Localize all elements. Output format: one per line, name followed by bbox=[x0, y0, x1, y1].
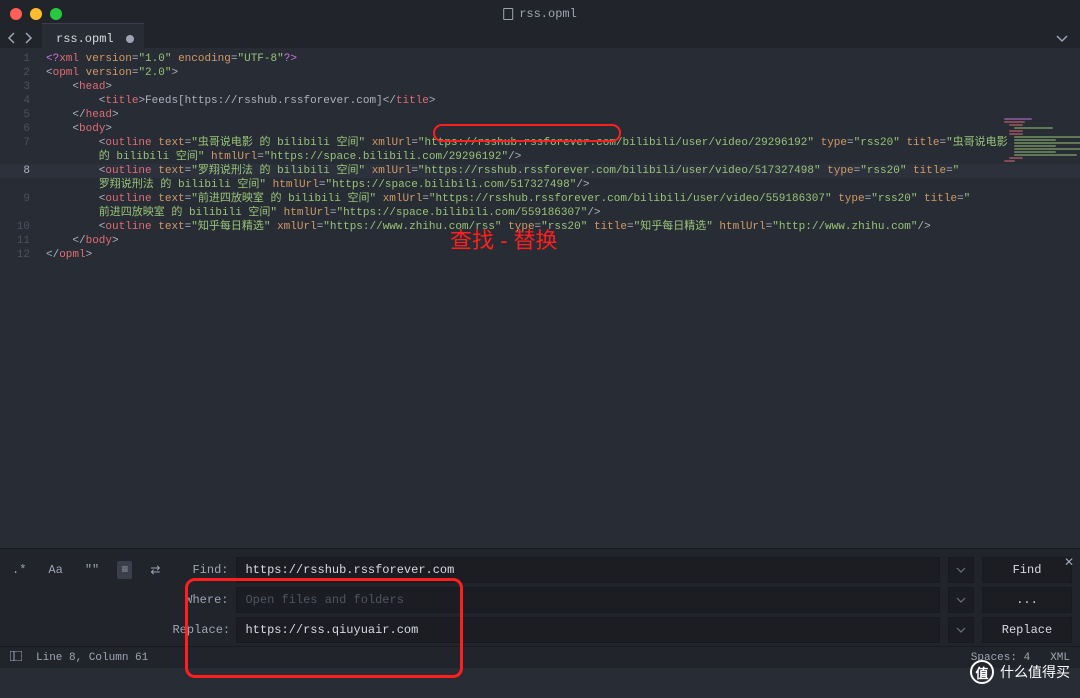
in-selection-toggle[interactable]: ⇄ bbox=[146, 561, 164, 580]
replace-input[interactable] bbox=[236, 617, 940, 643]
close-window-button[interactable] bbox=[10, 8, 22, 20]
status-bar: Line 8, Column 61 Spaces: 4 XML bbox=[0, 646, 1080, 668]
case-toggle[interactable]: Aa bbox=[44, 561, 66, 579]
wrap-toggle[interactable]: ≡ bbox=[117, 561, 132, 579]
find-button[interactable]: Find bbox=[982, 557, 1072, 583]
file-icon bbox=[503, 8, 513, 20]
status-cursor[interactable]: Line 8, Column 61 bbox=[36, 652, 148, 664]
replace-label: Replace: bbox=[172, 623, 228, 637]
window-title: rss.opml bbox=[503, 7, 577, 21]
replace-history-dropdown[interactable] bbox=[948, 617, 974, 643]
find-history-dropdown[interactable] bbox=[948, 557, 974, 583]
nav-row: rss.opml bbox=[0, 28, 1080, 48]
find-input[interactable] bbox=[236, 557, 940, 583]
panel-switcher-icon[interactable] bbox=[10, 651, 22, 665]
minimize-window-button[interactable] bbox=[30, 8, 42, 20]
where-button[interactable]: ... bbox=[982, 587, 1072, 613]
unsaved-indicator-icon bbox=[126, 35, 134, 43]
where-history-dropdown[interactable] bbox=[948, 587, 974, 613]
window-titlebar: rss.opml bbox=[0, 0, 1080, 28]
maximize-window-button[interactable] bbox=[50, 8, 62, 20]
where-label: Where: bbox=[172, 593, 228, 607]
watermark-badge: 值 bbox=[970, 660, 994, 684]
find-label: Find: bbox=[172, 563, 228, 577]
watermark-text: 什么值得买 bbox=[1000, 662, 1070, 682]
find-replace-panel: .* Aa "" ≡ ⇄ Find: Find Where: ... Repla… bbox=[0, 548, 1080, 646]
code-content[interactable]: <?xml version="1.0" encoding="UTF-8"?><o… bbox=[40, 48, 1080, 548]
window-title-text: rss.opml bbox=[519, 7, 577, 21]
annotation-text: 查找 - 替换 bbox=[450, 234, 558, 248]
editor-area: 123456789101112 <?xml version="1.0" enco… bbox=[0, 48, 1080, 548]
tab-label: rss.opml bbox=[56, 32, 114, 46]
nav-forward-button[interactable] bbox=[22, 32, 34, 44]
find-toggles: .* Aa "" ≡ ⇄ bbox=[8, 557, 164, 583]
whole-word-toggle[interactable]: "" bbox=[81, 561, 103, 579]
close-find-panel-button[interactable]: ✕ bbox=[1064, 555, 1074, 570]
traffic-lights bbox=[10, 8, 62, 20]
nav-back-button[interactable] bbox=[6, 32, 18, 44]
watermark: 值 什么值得买 bbox=[970, 660, 1070, 684]
collapse-icon[interactable] bbox=[1056, 32, 1068, 44]
where-input[interactable] bbox=[236, 587, 940, 613]
regex-toggle[interactable]: .* bbox=[8, 561, 30, 579]
line-number-gutter: 123456789101112 bbox=[0, 48, 40, 548]
replace-button[interactable]: Replace bbox=[982, 617, 1072, 643]
minimap[interactable] bbox=[1004, 118, 1074, 208]
